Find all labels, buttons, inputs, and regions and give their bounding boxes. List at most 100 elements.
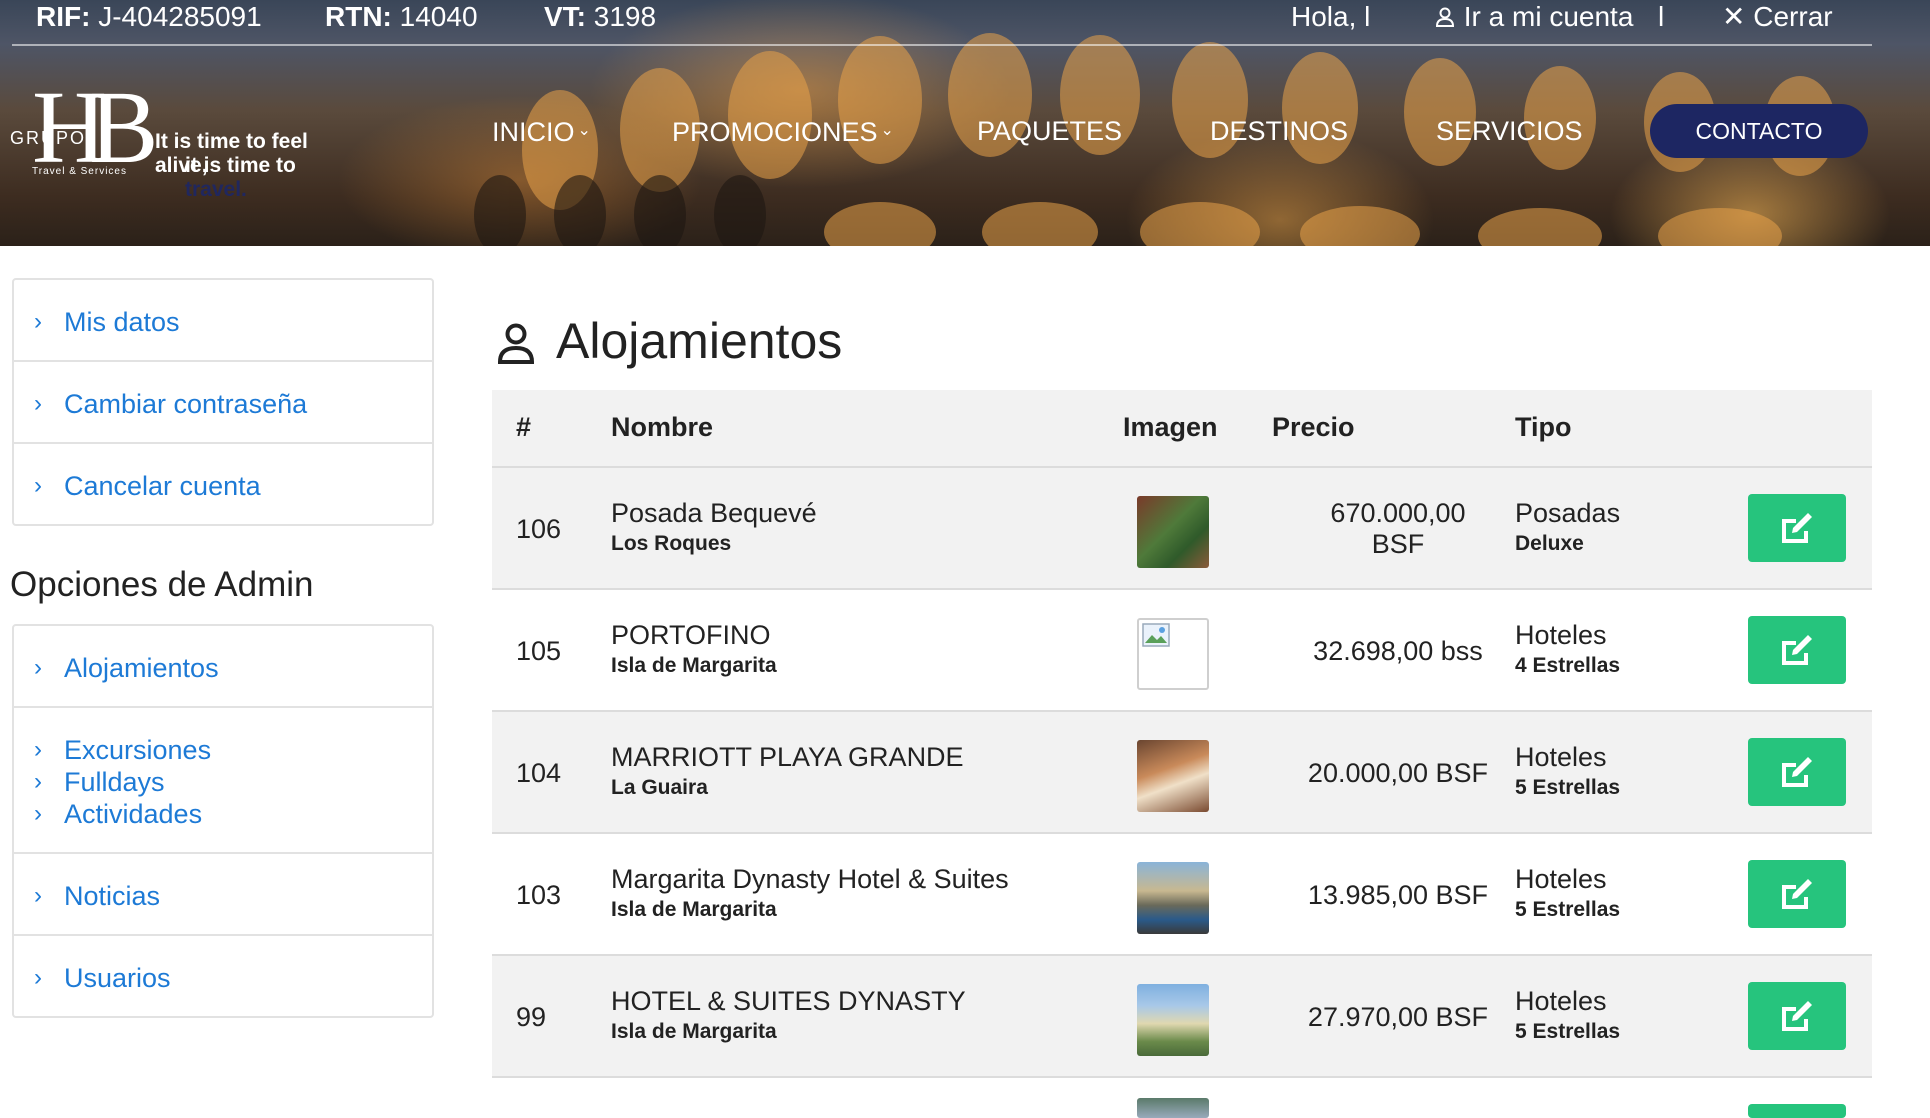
row-subtype: 5 Estrellas xyxy=(1515,1020,1621,1043)
row-id: 104 xyxy=(516,758,562,788)
row-subtype: 5 Estrellas xyxy=(1515,776,1621,799)
admin-menu: › Alojamientos › Excursiones › Fulldays › Ac… xyxy=(12,624,434,1018)
broken-image-icon xyxy=(1137,618,1209,690)
row-location: Isla de Margarita xyxy=(611,654,777,677)
table-row: 103 Margarita Dynasty Hotel & Suites Isl… xyxy=(492,834,1872,956)
user-icon xyxy=(1435,7,1455,27)
close-icon: ✕ xyxy=(1722,1,1746,32)
account-link[interactable]: Ir a mi cuenta xyxy=(1434,0,1633,34)
row-subtype: 4 Estrellas xyxy=(1515,654,1621,677)
menu-item-excursiones[interactable]: › Excursiones xyxy=(34,734,432,766)
edit-icon xyxy=(1782,513,1812,543)
thumbnail-image xyxy=(1137,1098,1209,1118)
edit-button[interactable] xyxy=(1748,616,1846,684)
top-info-bar: RIF: J-404285091 RTN: 14040 VT: 3198 Hol… xyxy=(12,0,1872,46)
row-id: 105 xyxy=(516,636,562,666)
row-price: 27.970,00 BSF xyxy=(1307,1002,1489,1032)
row-subtype: 5 Estrellas xyxy=(1515,898,1621,921)
row-subtype: Deluxe xyxy=(1515,532,1584,555)
menu-item-actividades[interactable]: › Actividades xyxy=(34,798,432,830)
contacto-button[interactable]: CONTACTO xyxy=(1650,104,1868,158)
menu-item-fulldays[interactable]: › Fulldays xyxy=(34,766,432,798)
row-location: Isla de Margarita xyxy=(611,898,777,921)
thumbnail-image xyxy=(1137,740,1209,812)
site-header: RIF: J-404285091 RTN: 14040 VT: 3198 Hol… xyxy=(0,0,1930,246)
row-type: Hoteles xyxy=(1515,864,1607,894)
tagline-line-2: it is time to travel. xyxy=(185,154,296,201)
row-id: 103 xyxy=(516,880,562,910)
row-name: PORTOFINO xyxy=(611,620,771,650)
table-row: 104 MARRIOTT PLAYA GRANDE La Guaira 20.0… xyxy=(492,712,1872,834)
edit-icon xyxy=(1782,635,1812,665)
row-id: 106 xyxy=(516,514,562,544)
chevron-right-icon: › xyxy=(34,308,42,335)
header-precio: Precio xyxy=(1272,412,1355,442)
menu-item-alojamientos[interactable]: › Alojamientos xyxy=(14,626,432,708)
menu-item-mis-datos[interactable]: › Mis datos xyxy=(14,280,432,362)
chevron-right-icon: › xyxy=(34,654,42,681)
chevron-down-icon: ⌄ xyxy=(880,122,894,139)
row-name: MARRIOTT PLAYA GRANDE xyxy=(611,742,964,772)
row-price: 32.698,00 bss xyxy=(1313,636,1483,666)
nav-promociones[interactable]: PROMOCIONES ⌄ xyxy=(672,104,894,159)
nav-servicios[interactable]: SERVICIOS xyxy=(1436,104,1583,158)
header-imagen: Imagen xyxy=(1123,412,1218,442)
row-id: 99 xyxy=(516,1002,547,1032)
header-tipo: Tipo xyxy=(1515,412,1572,442)
menu-item-cambiar-contrasena[interactable]: › Cambiar contraseña xyxy=(14,362,432,444)
brand-logo[interactable]: HB GRUPO Travel & Services It is time to… xyxy=(10,76,350,202)
logo-grupo: GRUPO xyxy=(10,128,87,148)
row-price: 20.000,00 BSF xyxy=(1307,758,1489,788)
account-menu: › Mis datos › Cambiar contraseña › Cancelar… xyxy=(12,278,434,526)
table-row: 106 Posada Bequevé Los Roques 670.000,00… xyxy=(492,468,1872,590)
table-row: 105 PORTOFINO Isla de Margarita 32.698,0… xyxy=(492,590,1872,712)
header-nombre: Nombre xyxy=(611,412,714,442)
topbar-separator: l xyxy=(1658,1,1665,32)
table-header: # Nombre Imagen Precio Tipo xyxy=(492,390,1872,468)
row-type: Hoteles xyxy=(1515,742,1607,772)
row-name: HOTEL & SUITES DYNASTY xyxy=(611,986,966,1016)
row-location: Los Roques xyxy=(611,532,732,555)
thumbnail-image xyxy=(1137,984,1209,1056)
chevron-down-icon: ⌄ xyxy=(577,122,591,139)
logo-subtitle: Travel & Services xyxy=(32,166,127,177)
row-name: Margarita Dynasty Hotel & Suites xyxy=(611,864,1009,894)
nav-inicio[interactable]: INICIO ⌄ xyxy=(492,104,591,159)
row-location: La Guaira xyxy=(611,776,708,799)
row-location: Isla de Margarita xyxy=(611,1020,777,1043)
chevron-right-icon: › xyxy=(34,768,42,795)
edit-button[interactable] xyxy=(1748,982,1846,1050)
row-type: Hoteles xyxy=(1515,986,1607,1016)
alojamientos-table: # Nombre Imagen Precio Tipo 106 Posada B… xyxy=(492,390,1872,1118)
rtn-info: RTN: 14040 xyxy=(325,1,478,32)
table-row-partial xyxy=(492,1078,1872,1118)
user-icon xyxy=(497,323,535,364)
nav-paquetes[interactable]: PAQUETES xyxy=(977,104,1122,158)
table-row: 99 HOTEL & SUITES DYNASTY Isla de Margar… xyxy=(492,956,1872,1078)
edit-icon xyxy=(1782,1001,1812,1031)
edit-button[interactable] xyxy=(1748,1104,1846,1118)
chevron-right-icon: › xyxy=(34,882,42,909)
menu-item-cancelar-cuenta[interactable]: › Cancelar cuenta xyxy=(14,444,432,524)
menu-item-usuarios[interactable]: › Usuarios xyxy=(14,936,432,1016)
vt-info: VT: 3198 xyxy=(544,1,657,32)
row-name: Posada Bequevé xyxy=(611,498,817,528)
menu-group-activities: › Excursiones › Fulldays › Actividades xyxy=(14,708,432,854)
thumbnail-image xyxy=(1137,496,1209,568)
chevron-right-icon: › xyxy=(34,736,42,763)
edit-button[interactable] xyxy=(1748,860,1846,928)
greeting: Hola, l xyxy=(1291,1,1371,32)
row-type: Hoteles xyxy=(1515,620,1607,650)
edit-button[interactable] xyxy=(1748,494,1846,562)
chevron-right-icon: › xyxy=(34,472,42,499)
edit-button[interactable] xyxy=(1748,738,1846,806)
header-num: # xyxy=(516,412,532,442)
thumbnail-image xyxy=(1137,862,1209,934)
nav-destinos[interactable]: DESTINOS xyxy=(1210,104,1348,158)
rif-info: RIF: J-404285091 xyxy=(36,1,262,32)
chevron-right-icon: › xyxy=(34,390,42,417)
edit-icon xyxy=(1782,757,1812,787)
menu-item-noticias[interactable]: › Noticias xyxy=(14,854,432,936)
row-price: 13.985,00 BSF xyxy=(1307,880,1489,910)
logout-link[interactable]: ✕ Cerrar xyxy=(1722,0,1833,34)
